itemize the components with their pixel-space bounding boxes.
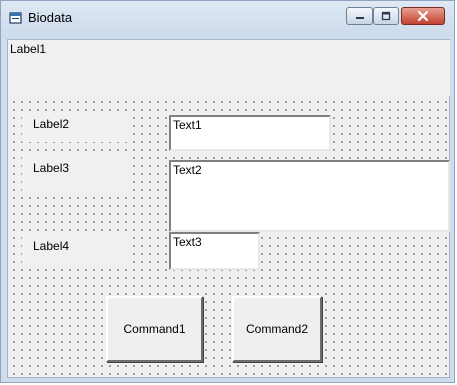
window-title: Biodata — [28, 10, 73, 25]
text3-field[interactable]: Text3 — [169, 232, 260, 270]
close-button[interactable] — [401, 7, 445, 25]
title-bar[interactable]: Biodata — [1, 1, 454, 37]
text2-field[interactable]: Text2 — [169, 160, 450, 232]
close-icon — [417, 10, 429, 22]
form-client-area[interactable]: Label1 Label2 Label3 Label4 Text1 Text2 … — [7, 39, 450, 378]
command2-button[interactable]: Command2 — [232, 296, 322, 362]
label1[interactable]: Label1 — [8, 40, 450, 96]
label4[interactable]: Label4 — [22, 234, 127, 264]
label2[interactable]: Label2 — [22, 112, 127, 142]
maximize-icon — [381, 11, 391, 21]
label3[interactable]: Label3 — [22, 156, 127, 196]
maximize-button[interactable] — [373, 7, 399, 25]
form-designer-window: Biodata Label1 Label2 Label3 Label4 Text… — [0, 0, 455, 383]
text1-field[interactable]: Text1 — [169, 115, 331, 151]
command1-button[interactable]: Command1 — [106, 296, 203, 362]
minimize-button[interactable] — [346, 7, 373, 25]
form-icon — [9, 12, 22, 24]
minimize-icon — [355, 17, 364, 19]
